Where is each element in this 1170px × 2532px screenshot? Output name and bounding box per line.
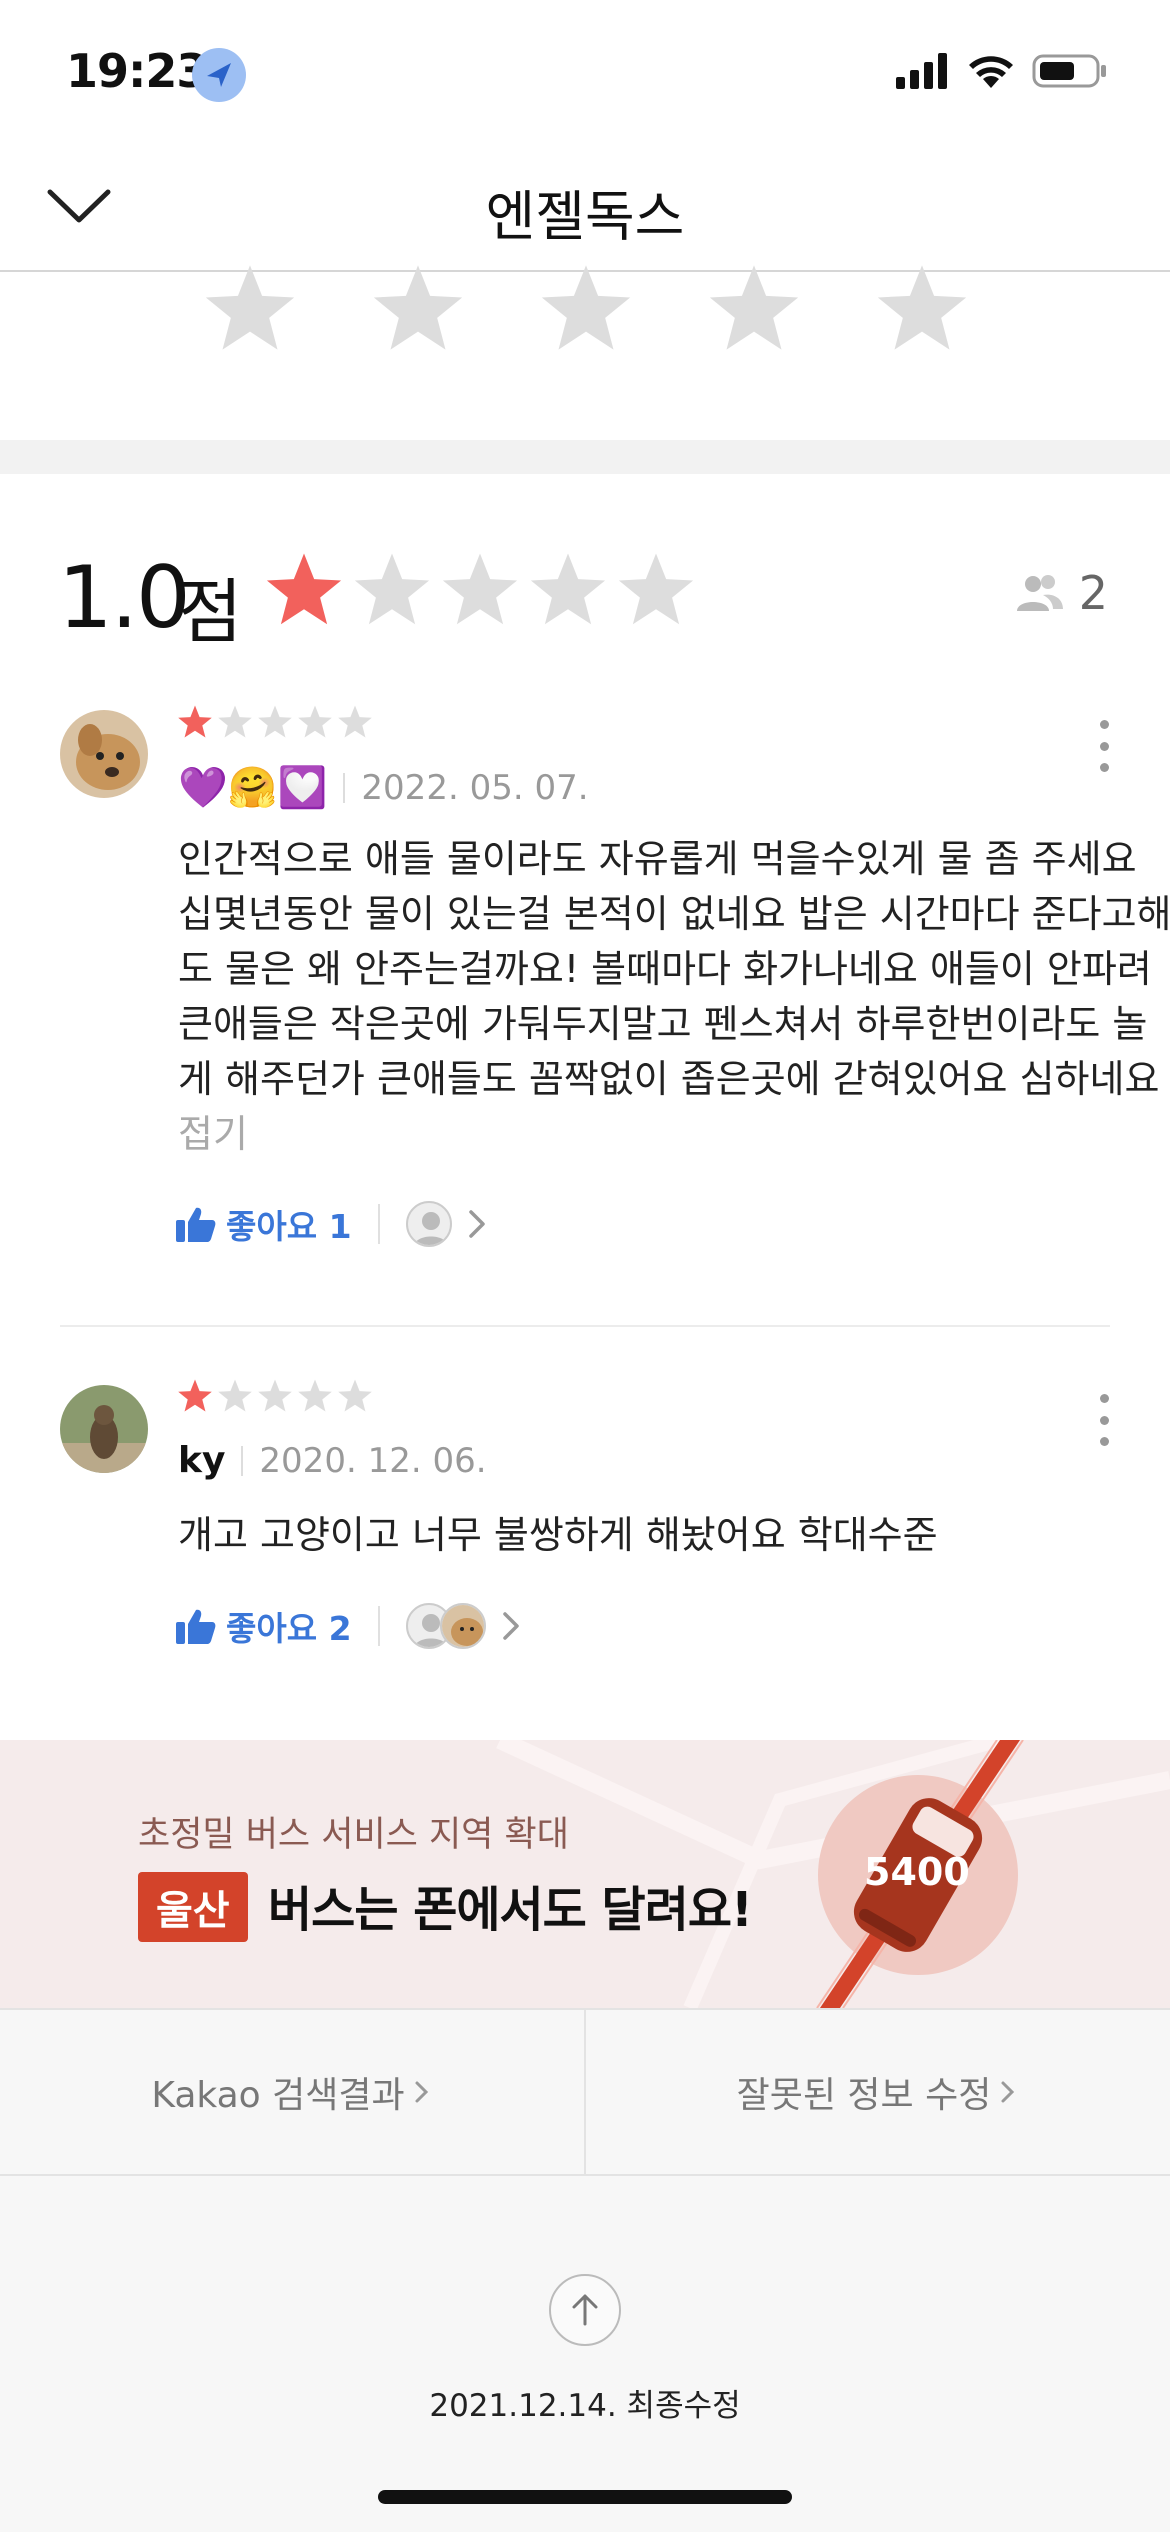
rating-input-stars[interactable] bbox=[200, 262, 972, 358]
kakao-search-link[interactable]: Kakao 검색결과 bbox=[0, 2010, 584, 2174]
star-filled-icon bbox=[178, 705, 212, 738]
battery-icon bbox=[1032, 54, 1106, 88]
star-empty-icon bbox=[258, 705, 292, 738]
star-empty-icon bbox=[298, 705, 332, 738]
review-text: 인간적으로 애들 물이라도 자유롭게 먹을수있게 물 좀 주세요 십몇년동안 물… bbox=[178, 832, 1170, 1162]
review-author[interactable]: 💜🤗💟 bbox=[178, 764, 327, 811]
chevron-right-icon bbox=[1001, 2081, 1015, 2103]
banner-region-tag: 울산 bbox=[138, 1872, 248, 1942]
star-empty-icon bbox=[354, 553, 430, 625]
like-label: 좋아요 1 bbox=[226, 1207, 352, 1246]
more-options-icon[interactable] bbox=[1096, 720, 1112, 772]
scroll-top-button[interactable] bbox=[549, 2274, 621, 2346]
star-icon[interactable] bbox=[536, 262, 636, 358]
banner-headline: 버스는 폰에서도 달려요! bbox=[268, 1882, 753, 1938]
liker-avatar[interactable] bbox=[405, 1201, 452, 1247]
status-indicators bbox=[896, 52, 1108, 90]
star-filled-icon bbox=[266, 553, 342, 625]
review-body: 인간적으로 애들 물이라도 자유롭게 먹을수있게 물 좀 주세요 십몇년동안 물… bbox=[178, 837, 1170, 1101]
meta-separator bbox=[343, 772, 346, 803]
like-button[interactable]: 좋아요 2 bbox=[176, 1602, 352, 1650]
footer-links: Kakao 검색결과 잘못된 정보 수정 bbox=[0, 2008, 1170, 2176]
bus-number: 5400 bbox=[864, 1850, 970, 1894]
review-body: 개고 고양이고 너무 불쌍하게 해놨어요 학대수준 bbox=[178, 1513, 938, 1557]
thumbs-up-icon bbox=[176, 1609, 216, 1644]
average-score: 1.0 bbox=[58, 548, 191, 648]
cellular-signal-icon bbox=[896, 53, 947, 89]
reviewer-count: 2 bbox=[1013, 566, 1108, 620]
fold-link[interactable]: 접기 bbox=[178, 1112, 248, 1156]
section-divider bbox=[0, 440, 1170, 474]
review-rating-stars bbox=[176, 1378, 374, 1415]
banner-subtitle: 초정밀 버스 서비스 지역 확대 bbox=[138, 1815, 569, 1855]
review-meta: 💜🤗💟 2022. 05. 07. bbox=[178, 764, 589, 811]
page-title: 엔젤독스 bbox=[485, 185, 685, 248]
arrow-up-icon bbox=[572, 2294, 598, 2326]
star-empty-icon bbox=[218, 1379, 252, 1412]
report-error-link[interactable]: 잘못된 정보 수정 bbox=[584, 2010, 1170, 2174]
review-like-row: 좋아요 1 bbox=[176, 1200, 492, 1248]
star-empty-icon bbox=[218, 705, 252, 738]
review-rating-stars bbox=[176, 704, 374, 741]
review-date: 2022. 05. 07. bbox=[361, 767, 589, 808]
reviewer-avatar[interactable] bbox=[60, 710, 148, 798]
average-rating-stars bbox=[262, 550, 698, 632]
review-like-row: 좋아요 2 bbox=[176, 1602, 526, 1650]
like-button[interactable]: 좋아요 1 bbox=[176, 1200, 352, 1248]
chevron-right-icon[interactable] bbox=[496, 1606, 526, 1646]
star-filled-icon bbox=[178, 1379, 212, 1412]
star-empty-icon bbox=[338, 1379, 372, 1412]
report-error-label: 잘못된 정보 수정 bbox=[736, 2075, 992, 2116]
review-divider bbox=[60, 1325, 1110, 1327]
star-icon[interactable] bbox=[200, 262, 300, 358]
kakao-search-label: Kakao 검색결과 bbox=[151, 2075, 405, 2116]
review-author[interactable]: ky bbox=[178, 1440, 225, 1481]
star-icon[interactable] bbox=[368, 262, 468, 358]
like-separator bbox=[377, 1606, 380, 1646]
chevron-right-icon[interactable] bbox=[462, 1204, 492, 1244]
chevron-right-icon bbox=[415, 2081, 428, 2103]
people-icon bbox=[1016, 575, 1063, 611]
reviewer-count-value: 2 bbox=[1078, 566, 1108, 620]
star-empty-icon bbox=[442, 553, 518, 625]
reviewer-avatar[interactable] bbox=[60, 1385, 148, 1473]
footer-area bbox=[0, 2176, 1170, 2532]
star-icon[interactable] bbox=[704, 262, 804, 358]
status-time: 19:23 bbox=[66, 44, 208, 98]
star-icon[interactable] bbox=[872, 262, 972, 358]
review-meta: ky 2020. 12. 06. bbox=[178, 1440, 487, 1481]
liker-avatar[interactable] bbox=[439, 1603, 486, 1649]
like-label: 좋아요 2 bbox=[226, 1609, 352, 1648]
star-empty-icon bbox=[298, 1379, 332, 1412]
star-empty-icon bbox=[338, 705, 372, 738]
last-updated: 2021.12.14. 최종수정 bbox=[429, 2388, 741, 2424]
more-options-icon[interactable] bbox=[1096, 1394, 1112, 1446]
meta-separator bbox=[241, 1445, 244, 1476]
review-date: 2020. 12. 06. bbox=[259, 1440, 487, 1481]
home-indicator[interactable] bbox=[378, 2490, 792, 2504]
star-empty-icon bbox=[618, 553, 694, 625]
star-empty-icon bbox=[258, 1379, 292, 1412]
thumbs-up-icon bbox=[176, 1207, 216, 1242]
like-separator bbox=[377, 1204, 380, 1244]
star-empty-icon bbox=[530, 553, 606, 625]
score-unit: 점 bbox=[178, 571, 243, 653]
wifi-icon bbox=[969, 56, 1013, 88]
location-arrow-icon bbox=[192, 48, 246, 102]
